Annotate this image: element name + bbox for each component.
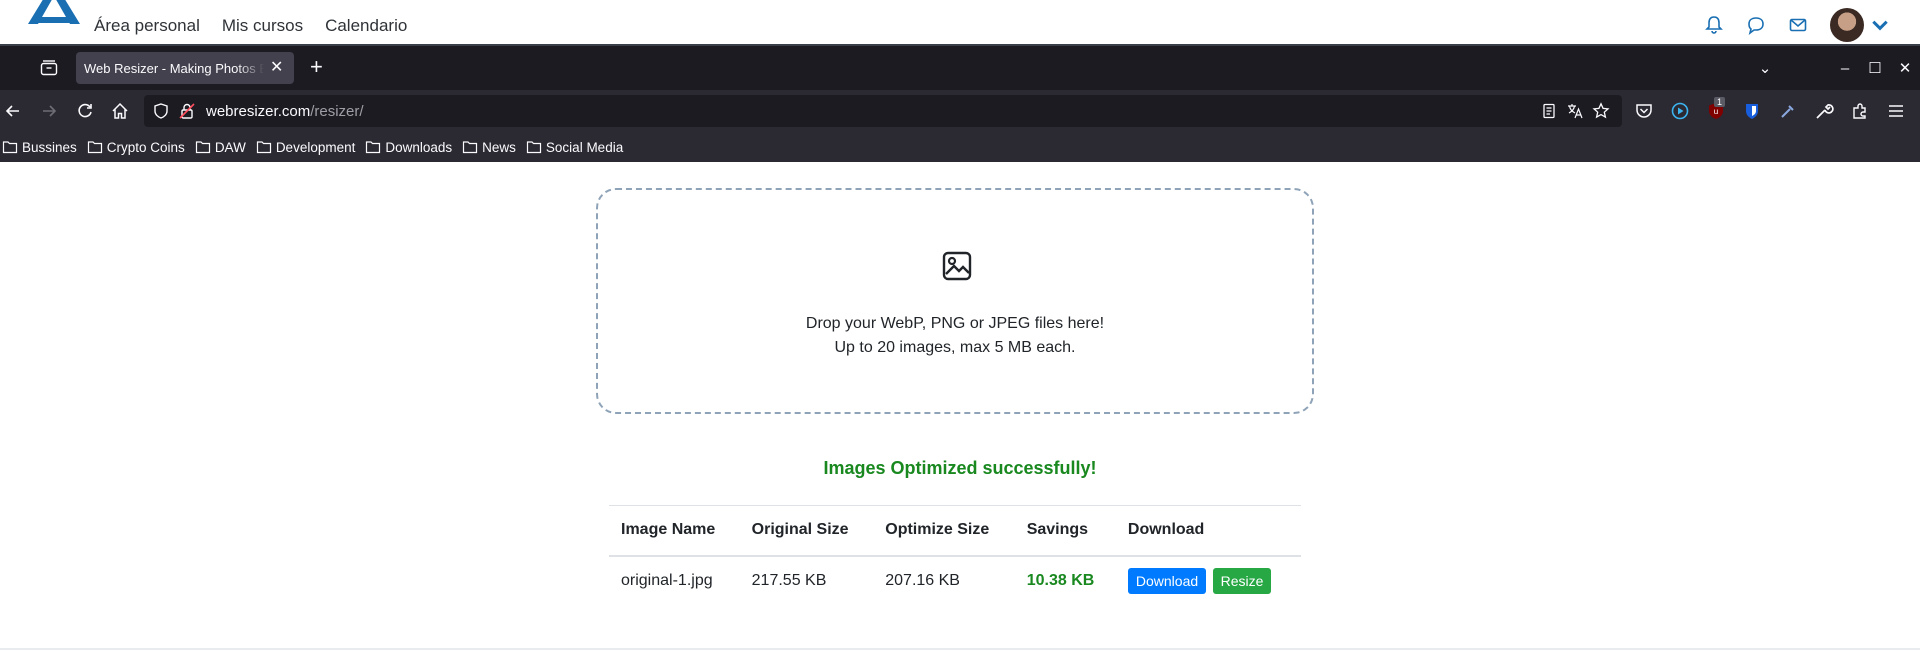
col-download: Download bbox=[1115, 505, 1301, 557]
browser-tab-bar: Web Resizer - Making Photos Better ✕ + ⌄… bbox=[0, 46, 1920, 90]
results-table: Image Name Original Size Optimize Size S… bbox=[609, 505, 1301, 605]
svg-text:u: u bbox=[1714, 107, 1718, 116]
color-picker-icon[interactable] bbox=[1778, 101, 1798, 121]
bookmark-folder[interactable]: Social Media bbox=[526, 140, 623, 155]
browser-nav-bar: webresizer.com/resizer/ u 1 bbox=[0, 90, 1920, 132]
bookmark-label: Crypto Coins bbox=[106, 139, 185, 155]
folder-icon bbox=[87, 141, 102, 154]
insecure-lock-icon[interactable] bbox=[178, 102, 196, 120]
bookmark-label: Development bbox=[275, 139, 356, 155]
folder-icon bbox=[2, 141, 18, 154]
file-dropzone[interactable]: Drop your WebP, PNG or JPEG files here! … bbox=[596, 188, 1314, 414]
pocket-icon[interactable] bbox=[1634, 101, 1654, 121]
bookmark-label: Social Media bbox=[545, 139, 624, 155]
url-path: /resizer/ bbox=[310, 103, 364, 120]
dropzone-limits: Up to 20 images, max 5 MB each. bbox=[834, 339, 1076, 356]
image-icon bbox=[942, 251, 972, 281]
mail-icon[interactable] bbox=[1788, 15, 1808, 35]
bookmark-label: DAW bbox=[214, 139, 246, 155]
bell-icon[interactable] bbox=[1704, 15, 1724, 35]
firefox-view-icon[interactable] bbox=[40, 60, 58, 76]
site-header: Área personal Mis cursos Calendario bbox=[0, 0, 1920, 46]
table-row: original-1.jpg 217.55 KB 207.16 KB 10.38… bbox=[609, 555, 1301, 605]
home-icon[interactable] bbox=[110, 101, 130, 121]
forward-icon[interactable] bbox=[39, 101, 59, 121]
close-window-icon[interactable]: ✕ bbox=[1890, 59, 1920, 77]
chat-icon[interactable] bbox=[1746, 15, 1766, 35]
bookmark-label: Bussines bbox=[22, 139, 77, 155]
nav-area-personal[interactable]: Área personal bbox=[94, 16, 200, 36]
chevron-down-icon[interactable] bbox=[1870, 15, 1890, 35]
folder-icon bbox=[366, 141, 381, 154]
resize-button[interactable]: Resize bbox=[1212, 567, 1272, 594]
col-image-name: Image Name bbox=[609, 505, 740, 557]
list-all-tabs-icon[interactable]: ⌄ bbox=[1750, 59, 1780, 77]
folder-icon bbox=[256, 141, 271, 154]
bookmark-folder[interactable]: Development bbox=[256, 139, 356, 155]
play-extension-icon[interactable] bbox=[1670, 101, 1690, 121]
download-button[interactable]: Download bbox=[1127, 567, 1207, 594]
page-content: Drop your WebP, PNG or JPEG files here! … bbox=[0, 162, 1920, 653]
minimize-icon[interactable]: – bbox=[1830, 60, 1860, 77]
col-original-size: Original Size bbox=[739, 505, 874, 557]
cell-optimize-size: 207.16 KB bbox=[873, 555, 1015, 605]
tab-title: Web Resizer - Making Photos Better bbox=[84, 60, 264, 76]
nav-mis-cursos[interactable]: Mis cursos bbox=[222, 16, 303, 36]
wrench-icon[interactable] bbox=[1814, 101, 1834, 121]
maximize-icon[interactable]: ☐ bbox=[1860, 59, 1890, 77]
back-icon[interactable] bbox=[3, 101, 23, 121]
folder-icon bbox=[195, 141, 210, 154]
folder-icon bbox=[526, 141, 542, 154]
reload-icon[interactable] bbox=[75, 101, 95, 121]
bookmarks-bar: Bussines Crypto Coins DAW Development Do… bbox=[0, 132, 1920, 162]
active-tab[interactable]: Web Resizer - Making Photos Better ✕ bbox=[76, 52, 294, 84]
page-divider bbox=[0, 648, 1920, 650]
col-savings: Savings bbox=[1014, 505, 1116, 557]
menu-icon[interactable] bbox=[1886, 101, 1906, 121]
cell-savings: 10.38 KB bbox=[1014, 555, 1116, 605]
extension-badge: 1 bbox=[1714, 97, 1726, 107]
new-tab-icon[interactable]: + bbox=[310, 56, 323, 78]
cell-actions: Download Resize bbox=[1115, 555, 1301, 605]
site-nav: Área personal Mis cursos Calendario bbox=[94, 16, 407, 36]
window-controls: ⌄ – ☐ ✕ bbox=[1750, 46, 1920, 90]
dropzone-instruction: Drop your WebP, PNG or JPEG files here! bbox=[805, 315, 1105, 332]
bookmark-label: News bbox=[482, 139, 516, 155]
shield-icon[interactable] bbox=[152, 102, 170, 120]
bookmark-folder[interactable]: DAW bbox=[195, 140, 246, 155]
avatar[interactable] bbox=[1830, 8, 1864, 42]
bookmark-folder[interactable]: News bbox=[462, 140, 516, 155]
reader-view-icon[interactable] bbox=[1540, 102, 1558, 120]
translate-icon[interactable] bbox=[1566, 102, 1584, 120]
col-optimize-size: Optimize Size bbox=[873, 505, 1015, 557]
folder-icon bbox=[463, 141, 478, 154]
bookmark-folder[interactable]: Bussines bbox=[2, 140, 77, 155]
extensions-icon[interactable] bbox=[1850, 101, 1870, 121]
bookmark-label: Downloads bbox=[385, 139, 453, 155]
cell-original-size: 217.55 KB bbox=[739, 555, 874, 605]
bookmark-folder[interactable]: Crypto Coins bbox=[87, 140, 185, 155]
site-logo[interactable] bbox=[22, 0, 86, 30]
cell-image-name: original-1.jpg bbox=[609, 555, 740, 605]
url-host: webresizer.com bbox=[206, 103, 311, 120]
success-message: Images Optimized successfully! bbox=[823, 458, 1097, 478]
url-bar[interactable]: webresizer.com/resizer/ bbox=[144, 95, 1622, 127]
site-user-tools bbox=[1704, 8, 1890, 42]
table-header-row: Image Name Original Size Optimize Size S… bbox=[609, 505, 1301, 557]
url-text: webresizer.com/resizer/ bbox=[206, 103, 364, 120]
bitwarden-icon[interactable] bbox=[1742, 101, 1762, 121]
nav-calendario[interactable]: Calendario bbox=[325, 16, 407, 36]
bookmark-folder[interactable]: Downloads bbox=[365, 140, 452, 155]
bookmark-star-icon[interactable] bbox=[1592, 102, 1610, 120]
tab-close-icon[interactable]: ✕ bbox=[270, 60, 283, 76]
